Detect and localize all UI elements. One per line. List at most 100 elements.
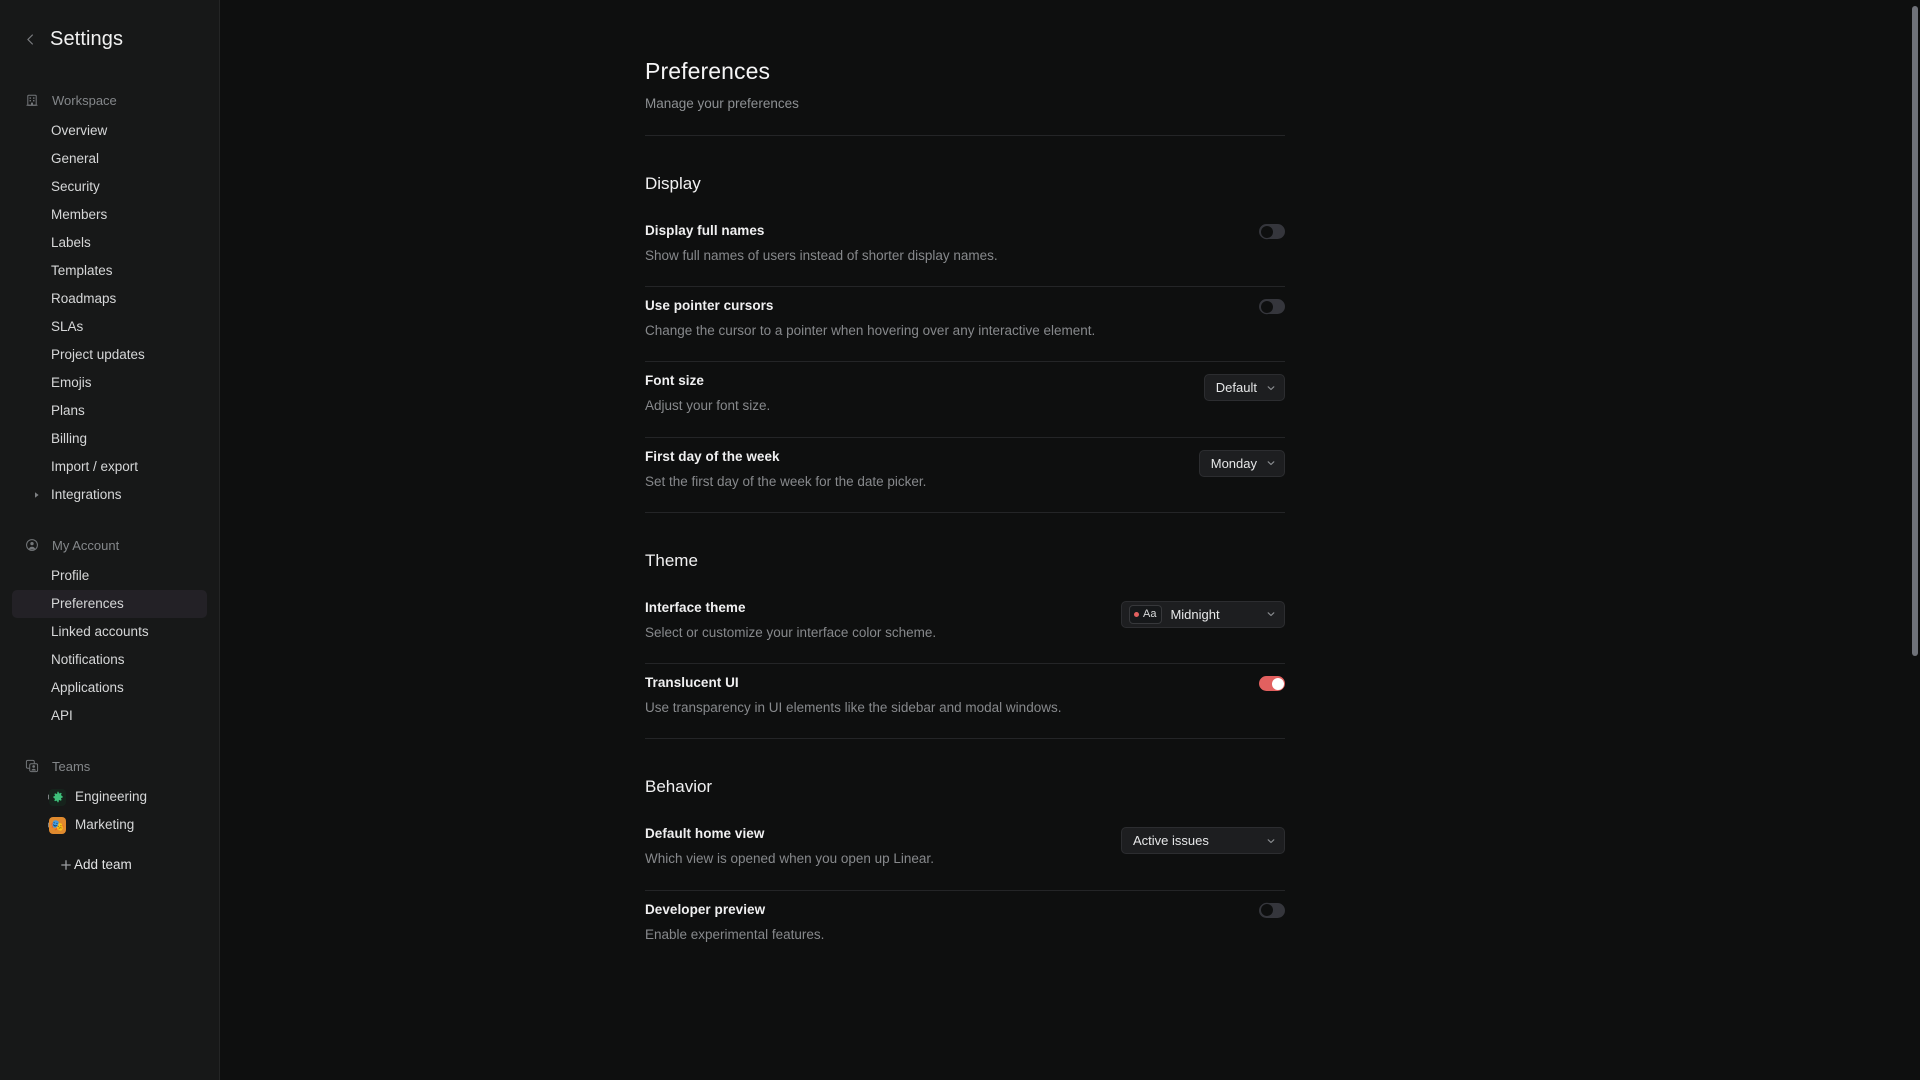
row-use-pointer-cursors: Use pointer cursors Change the cursor to… (645, 287, 1285, 361)
chevron-left-icon[interactable] (22, 31, 38, 47)
sidebar-item-label: Notifications (51, 652, 125, 668)
settings-main: Preferences Manage your preferences Disp… (220, 0, 1920, 1080)
row-text: First day of the week Set the first day … (645, 448, 926, 491)
dropdown-font-size[interactable]: Default (1203, 374, 1285, 402)
chevron-down-icon (1265, 382, 1276, 393)
sidebar-item-applications[interactable]: Applications (12, 674, 207, 702)
dropdown-interface-theme[interactable]: Aa Midnight (1121, 600, 1285, 628)
toggle-knob (1260, 300, 1273, 313)
toggle-knob (1271, 677, 1284, 690)
plus-icon (59, 859, 72, 872)
row-description: Show full names of users instead of shor… (645, 248, 998, 263)
add-team-button[interactable]: Add team (12, 851, 207, 879)
preferences-content: Preferences Manage your preferences Disp… (645, 0, 1285, 965)
row-divider (645, 511, 1285, 513)
sidebar-item-team-marketing[interactable]: 🎭 Marketing (12, 811, 207, 839)
toggle-display-full-names[interactable] (1259, 224, 1285, 239)
chevron-down-icon (1265, 458, 1276, 469)
sidebar-item-linked-accounts[interactable]: Linked accounts (12, 618, 207, 646)
toggle-knob (1260, 904, 1273, 917)
section-display: Display Display full names Show full nam… (645, 174, 1285, 513)
row-label: Translucent UI (645, 675, 739, 691)
row-divider (645, 738, 1285, 740)
dropdown-value: Monday (1210, 455, 1257, 471)
scrollbar-thumb[interactable] (1912, 6, 1918, 656)
toggle-translucent-ui[interactable] (1259, 676, 1285, 692)
sidebar-item-roadmaps[interactable]: Roadmaps (12, 285, 207, 313)
sidebar-item-import-export[interactable]: Import / export (12, 453, 207, 481)
sidebar-item-api[interactable]: API (12, 702, 207, 730)
section-theme: Theme Interface theme Select or customiz… (645, 550, 1285, 740)
row-text: Font size Adjust your font size. (645, 372, 770, 415)
row-control: Monday (1198, 448, 1285, 477)
add-team-label: Add team (74, 857, 132, 873)
row-description: Select or customize your interface color… (645, 624, 937, 640)
building-icon (24, 92, 40, 108)
sidebar-item-templates[interactable]: Templates (12, 257, 207, 285)
sidebar-item-slas[interactable]: SLAs (12, 313, 207, 341)
sidebar-item-label: Project updates (51, 347, 145, 363)
sidebar-header: Settings (0, 14, 219, 58)
row-label: Font size (645, 373, 704, 389)
sidebar-item-preferences[interactable]: Preferences (12, 590, 207, 618)
dropdown-value: Active issues (1133, 833, 1209, 849)
section-title-theme: Theme (645, 550, 698, 570)
sidebar-group-header-teams: Teams (0, 754, 219, 778)
page-subtitle: Manage your preferences (645, 96, 799, 111)
main-scrollbar[interactable] (1912, 0, 1918, 1080)
theme-accent-dot (1134, 611, 1139, 617)
sidebar-item-billing[interactable]: Billing (12, 425, 207, 453)
sidebar-item-label: Billing (51, 431, 88, 447)
section-behavior: Behavior Default home view Which view is… (645, 777, 1285, 964)
toggle-use-pointer-cursors[interactable] (1259, 299, 1285, 315)
row-interface-theme: Interface theme Select or customize your… (645, 589, 1285, 663)
dropdown-default-home-view[interactable]: Active issues (1121, 827, 1285, 855)
sidebar-item-team-engineering[interactable]: Engineering (12, 783, 207, 811)
sidebar-item-emojis[interactable]: Emojis (12, 369, 207, 397)
row-translucent-ui: Translucent UI Use transparency in UI el… (645, 664, 1285, 738)
sidebar-group-workspace: Workspace Overview General Security Memb… (0, 88, 219, 509)
row-text: Translucent UI Use transparency in UI el… (645, 674, 1061, 717)
section-title-display: Display (645, 174, 701, 193)
row-control: Default (1203, 372, 1285, 402)
sidebar-item-members[interactable]: Members (12, 201, 207, 229)
sidebar-item-project-updates[interactable]: Project updates (12, 341, 207, 369)
sidebar-item-overview[interactable]: Overview (12, 117, 207, 145)
row-display-full-names: Display full names Show full names of us… (645, 212, 1285, 286)
sidebar-item-label: SLAs (51, 319, 84, 335)
row-control (1259, 901, 1285, 918)
sidebar-item-security[interactable]: Security (12, 173, 207, 201)
dropdown-first-day-of-week[interactable]: Monday (1198, 449, 1285, 477)
sidebar-item-label: General (51, 151, 100, 167)
row-text: Display full names Show full names of us… (645, 222, 998, 265)
row-default-home-view: Default home view Which view is opened w… (645, 815, 1285, 889)
toggle-developer-preview[interactable] (1259, 902, 1285, 918)
teams-icon (24, 758, 40, 774)
sidebar-item-profile[interactable]: Profile (12, 562, 207, 590)
sidebar-item-general[interactable]: General (12, 145, 207, 173)
row-description: Change the cursor to a pointer when hove… (645, 323, 1096, 339)
sidebar-group-label: My Account (52, 537, 120, 553)
chevron-down-icon (1265, 835, 1276, 846)
toggle-knob (1260, 225, 1273, 238)
row-text: Default home view Which view is opened w… (645, 825, 934, 868)
row-description: Enable experimental features. (645, 926, 825, 942)
row-label: Developer preview (645, 901, 766, 917)
row-control: Aa Midnight (1121, 599, 1285, 628)
row-control (1259, 297, 1285, 315)
chevron-right-icon[interactable] (32, 490, 42, 500)
sidebar-item-labels[interactable]: Labels (12, 229, 207, 257)
sidebar-group-header-my-account: My Account (0, 533, 219, 557)
row-label: Use pointer cursors (645, 298, 774, 314)
team-badge-glyph: 🎭 (50, 819, 65, 832)
row-control: Active issues (1121, 825, 1285, 855)
theme-preview-chip: Aa (1129, 604, 1163, 624)
sidebar-item-notifications[interactable]: Notifications (12, 646, 207, 674)
sidebar-item-integrations[interactable]: Integrations (12, 481, 207, 509)
sidebar-item-label: Import / export (51, 459, 139, 475)
sidebar-item-label: Preferences (51, 596, 124, 612)
sidebar-item-plans[interactable]: Plans (12, 397, 207, 425)
sidebar-group-label: Teams (52, 758, 91, 774)
sidebar-item-label: Linked accounts (51, 624, 149, 640)
sidebar-group-header-workspace: Workspace (0, 88, 219, 112)
